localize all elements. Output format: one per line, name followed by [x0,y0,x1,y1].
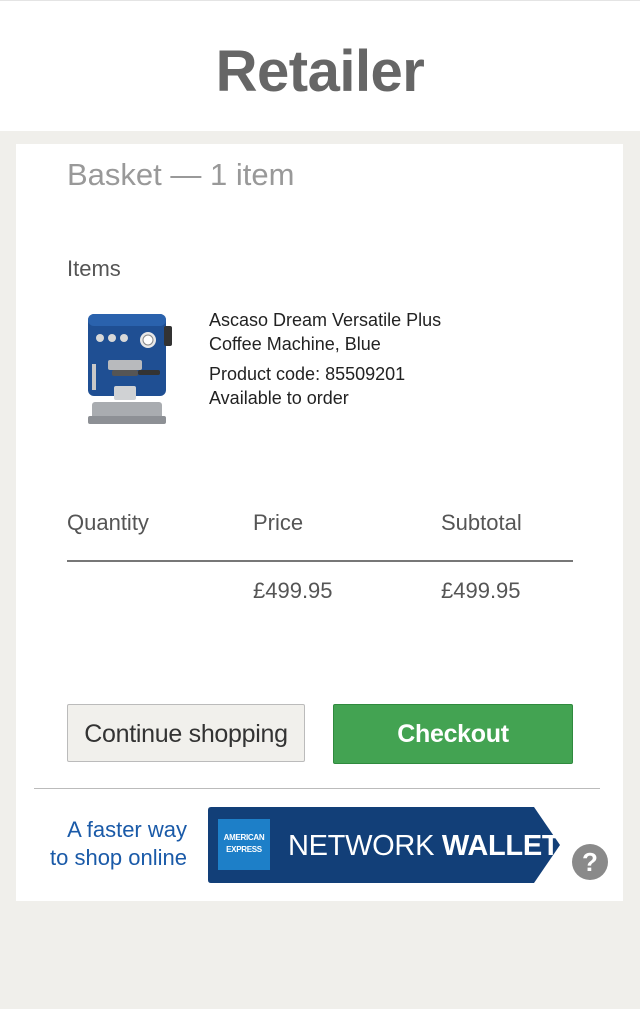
amex-logo: AMERICAN EXPRESS [218,819,270,870]
section-divider [34,788,600,789]
subtotal-value: £499.95 [441,578,521,603]
wallet-label-bold: WALLET [441,830,560,862]
quantity-header: Quantity [67,510,149,535]
network-wallet-button[interactable]: AMERICAN EXPRESS NETWORK WALLET [208,807,560,883]
amex-logo-line1: AMERICAN [223,833,265,842]
coffee-machine-image[interactable] [78,304,178,428]
subtotal-header: Subtotal [441,510,522,535]
product-details: Ascaso Dream Versatile Plus Coffee Machi… [209,308,441,410]
basket-card: Basket — 1 item Items Ascaso Dream Versa… [16,144,623,901]
wallet-label: NETWORK WALLET [288,807,560,883]
items-label: Items [67,256,121,281]
tagline-line2: to shop online [50,845,187,870]
amex-logo-line2: EXPRESS [226,845,262,854]
checkout-button[interactable]: Checkout [333,704,573,764]
wallet-label-regular: NETWORK [288,830,435,862]
site-header: Retailer [0,0,640,131]
retailer-title: Retailer [215,39,425,104]
basket-title: Basket — 1 item [67,157,295,192]
wallet-tagline: A faster way to shop online [30,816,187,872]
price-value: £499.95 [253,578,333,603]
price-header: Price [253,510,304,535]
product-name-line1[interactable]: Ascaso Dream Versatile Plus [209,308,441,332]
continue-shopping-button[interactable]: Continue shopping [67,704,305,762]
tagline-line1: A faster way [67,817,187,842]
product-name-line2[interactable]: Coffee Machine, Blue [209,332,441,356]
product-code: Product code: 85509201 [209,364,406,384]
help-icon[interactable]: ? [572,844,608,880]
table-divider [67,560,573,562]
product-availability: Available to order [209,388,349,408]
